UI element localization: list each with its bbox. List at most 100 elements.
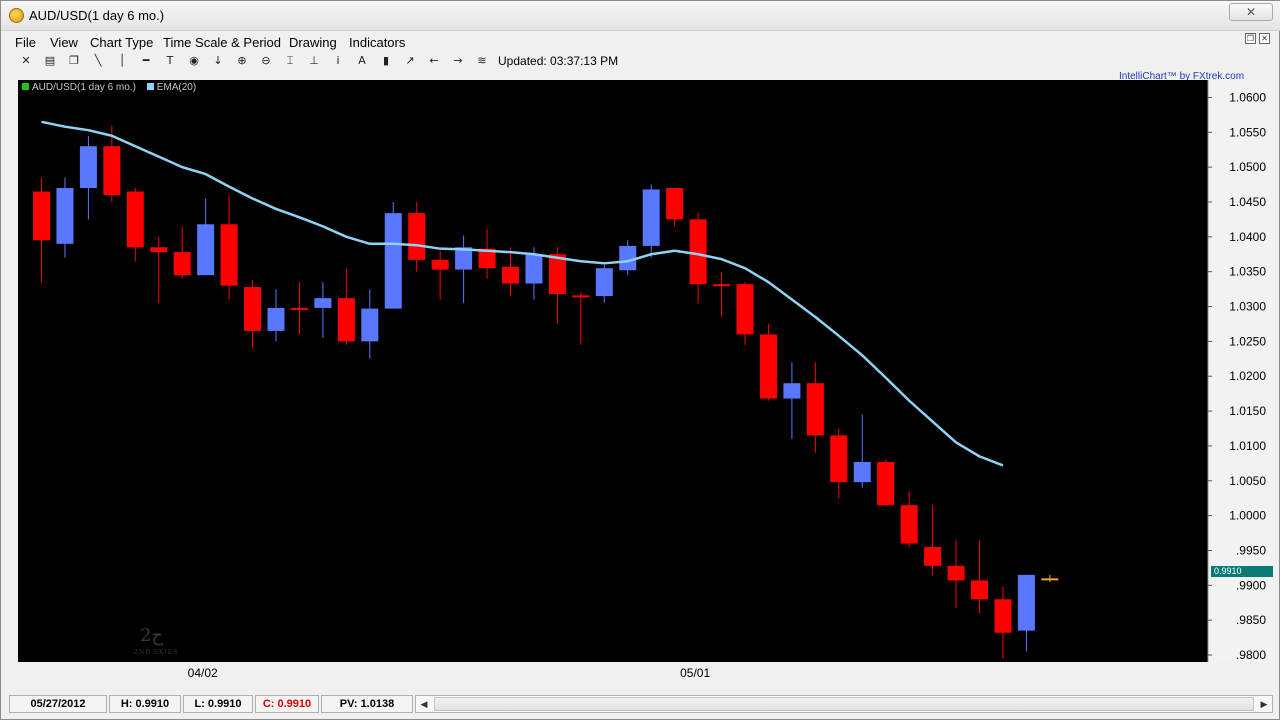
candle-body [314,298,332,308]
copy-icon[interactable]: ❐ [67,54,81,68]
candle-body [150,247,168,253]
x-axis: 04/02 05/01 [18,662,1208,686]
horizontal-scrollbar[interactable]: ◀ ▶ [415,695,1273,713]
y-tick-label: 1.0000 [1229,509,1266,523]
trend-icon[interactable]: ↗ [403,54,417,68]
window-title: AUD/USD(1 day 6 mo.) [29,8,165,23]
text-tool-icon[interactable]: T [163,54,177,68]
candle-body [994,599,1012,633]
close-window-button[interactable]: ✕ [1229,3,1273,21]
status-bar: 05/27/2012 H: 0.9910 L: 0.9910 C: 0.9910… [1,694,1280,714]
y-tick-label: 1.0050 [1229,474,1266,488]
watermark-text: 2ND SKIES [134,649,179,656]
scroll-left-icon[interactable]: ← [427,54,441,68]
candle-body [525,254,543,284]
y-tick-label: 1.0250 [1229,334,1266,348]
fit-chart-icon[interactable]: ✕ [19,54,33,68]
chart-area[interactable]: 1.0600 1.0550 1.0500 1.0450 1.0400 1.0350 1.03… [18,80,1273,662]
menu-time-scale-period[interactable]: Time Scale & Period [163,35,281,50]
status-close: C: 0.9910 [255,695,319,713]
menu-chart-type[interactable]: Chart Type [90,35,153,50]
candle-body [197,224,215,276]
scroll-right-arrow-icon[interactable]: ▶ [1257,697,1271,711]
watermark-logo: 2ح 2ND SKIES [108,625,188,661]
ema-legend-swatch [146,83,154,90]
app-icon [9,8,24,23]
candle-body [548,254,566,294]
y-tick-label: 1.0450 [1229,195,1266,209]
candle-body [713,284,731,287]
close-chart-icon[interactable]: ✕ [1259,33,1270,44]
y-tick-label: 1.0200 [1229,369,1266,383]
scroll-thumb[interactable] [434,697,1254,711]
candle-body [642,189,660,246]
restore-chart-icon[interactable]: ❐ [1245,33,1256,44]
menu-bar: File View Chart Type Time Scale & Period Dra… [1,32,1280,52]
status-high: H: 0.9910 [109,695,181,713]
updated-timestamp: Updated: 03:37:13 PM [498,54,619,68]
down-arrow-icon[interactable]: ↓ [211,54,225,68]
candle-body [126,191,144,248]
y-tick-label: 1.0550 [1229,125,1266,139]
candle-body [572,295,590,298]
zoom-in-icon[interactable]: ⊕ [235,54,249,68]
y-tick-label: .9900 [1236,578,1266,592]
candle-body [924,546,942,566]
candle-body [759,334,777,399]
bar-chart-icon[interactable]: ▮ [379,54,393,68]
candlestick-plot: 1.0600 1.0550 1.0500 1.0450 1.0400 1.0350 1.03… [33,80,1273,662]
candle-body [33,191,50,241]
x-tick-label: 04/02 [187,666,218,680]
candle-body [103,146,121,196]
menu-file[interactable]: File [15,35,36,50]
y-tick-label: .9850 [1236,613,1266,627]
candle-body [689,219,707,285]
watermark-glyph: 2ح [140,625,164,646]
candle-body [361,308,379,342]
annotation-a-icon[interactable]: A [355,54,369,68]
title-bar: AUD/USD(1 day 6 mo.) ✕ [1,1,1280,31]
candle-body [173,252,191,276]
scroll-left-arrow-icon[interactable]: ◀ [417,697,431,711]
candle-body [56,188,74,244]
menu-indicators[interactable]: Indicators [349,35,405,50]
candle-body [79,146,97,189]
candle-body [666,188,684,220]
y-tick-label: 1.0150 [1229,404,1266,418]
target-icon[interactable]: ◉ [187,54,201,68]
menu-view[interactable]: View [50,35,78,50]
candle-body [244,287,262,331]
ema-legend-label: EMA(20) [156,82,197,93]
candle-body [947,565,965,581]
y-tick-label: 1.0500 [1229,160,1266,174]
info-icon[interactable]: i [331,54,345,68]
symbol-legend-swatch [22,83,29,90]
y-tick-label: 1.0300 [1229,300,1266,314]
settings-lines-icon[interactable]: ≋ [475,54,489,68]
anchor-icon[interactable]: ⊥ [307,54,321,68]
candle-body [595,268,613,297]
app-window: AUD/USD(1 day 6 mo.) ✕ File View Chart Typ… [0,0,1280,720]
trend-line-icon[interactable]: ╲ [91,54,105,68]
y-tick-label: 1.0600 [1229,90,1266,104]
fibonacci-icon[interactable]: ⌶ [283,54,297,68]
horizontal-line-icon[interactable]: ━ [139,54,153,68]
chart-window-controls: ❐ ✕ [1245,33,1271,45]
symbol-legend-label: AUD/USD(1 day 6 mo.) [32,82,136,93]
zoom-out-icon[interactable]: ⊖ [259,54,273,68]
y-tick-label: 1.0400 [1229,230,1266,244]
candle-body [408,213,426,260]
candle-body [830,435,848,483]
scroll-right-icon[interactable]: → [451,54,465,68]
menu-drawing[interactable]: Drawing [289,35,337,50]
vertical-line-icon[interactable]: │ [115,54,129,68]
candle-body [502,266,519,284]
candle-body [220,224,238,286]
y-tick-label: 1.0100 [1229,439,1266,453]
chart-legend: AUD/USD(1 day 6 mo.) EMA(20) [22,82,196,93]
print-icon[interactable]: ▤ [43,54,57,68]
last-price-tag: 0.9910 [1211,566,1273,577]
status-pv: PV: 1.0138 [321,695,413,713]
toolbar: Updated: 03:37:13 PM ✕ ▤ ❐ ╲ │ ━ T ◉ ↓ ⊕ ⊖ ⌶ ⊥ i A ▮ ↗ ← →… [1,53,1280,71]
candle-body [853,461,871,483]
